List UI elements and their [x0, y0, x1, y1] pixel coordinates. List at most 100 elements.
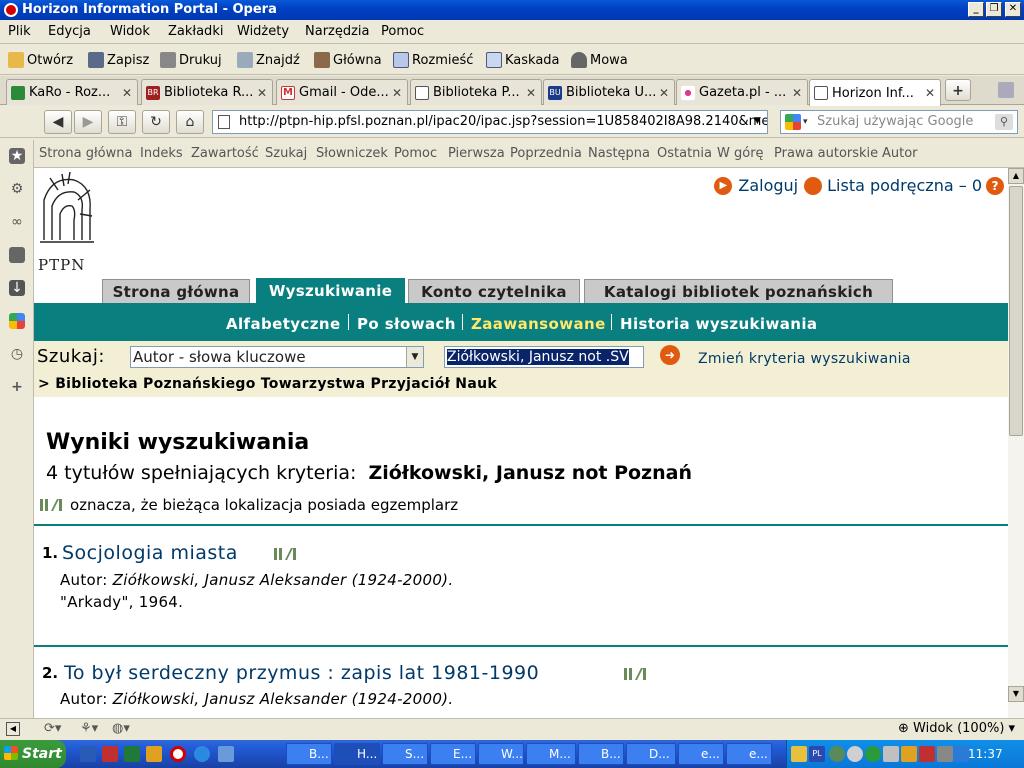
unite-icon[interactable]: ◍▾ — [112, 721, 130, 736]
minimize-button[interactable]: _ — [968, 2, 984, 17]
access-quicklaunch-icon[interactable] — [102, 746, 118, 762]
tab-karo[interactable]: KaRo - Roz... ✕ — [6, 79, 138, 105]
nav-indeks[interactable]: Indeks — [140, 146, 183, 161]
menu-zakladki[interactable]: Zakładki — [168, 24, 223, 39]
author-name[interactable]: Ziółkowski, Janusz Aleksander (1924-2000… — [113, 690, 454, 708]
close-tab-icon[interactable]: ✕ — [923, 86, 937, 100]
history-icon[interactable]: ◷ — [9, 346, 25, 362]
search-icon[interactable]: ⚲ — [995, 114, 1013, 130]
zoom-control[interactable]: ⊕ Widok (100%) ▾ — [898, 721, 1015, 736]
tab-katalogi[interactable]: Katalogi bibliotek poznańskich — [584, 279, 893, 305]
taskbar-item[interactable]: B... — [286, 743, 332, 765]
taskbar-item-opera[interactable]: H... — [334, 743, 380, 765]
taskbar-item[interactable]: E... — [430, 743, 476, 765]
tray-icon[interactable] — [847, 746, 863, 762]
close-tab-icon[interactable]: ✕ — [120, 86, 134, 100]
taskbar-item[interactable]: W... — [478, 743, 524, 765]
change-criteria-link[interactable]: Zmień kryteria wyszukiwania — [698, 351, 911, 367]
restore-button[interactable]: ❐ — [986, 2, 1002, 17]
chevron-down-icon[interactable]: ▼ — [406, 347, 423, 367]
close-button[interactable]: ✕ — [1005, 2, 1021, 17]
close-tab-icon[interactable]: ✕ — [524, 86, 538, 100]
turbo-icon[interactable]: ⚘▾ — [80, 721, 98, 736]
search-term-input[interactable]: Ziółkowski, Janusz not .SV — [444, 346, 644, 368]
tab-gazeta[interactable]: Gazeta.pl - ... ✕ — [676, 79, 808, 105]
menu-pomoc[interactable]: Pomoc — [381, 24, 424, 39]
widgets-icon[interactable]: ⚙ — [9, 181, 25, 197]
reload-button[interactable]: ↻ — [142, 110, 170, 134]
nav-slowniczek[interactable]: Słowniczek — [316, 146, 388, 161]
links-icon[interactable]: ∞ — [9, 214, 25, 230]
list-link[interactable]: Lista podręczna – 0 — [827, 176, 982, 195]
taskbar-item[interactable]: B... — [578, 743, 624, 765]
search-go-icon[interactable]: ➜ — [660, 345, 680, 365]
cascade-button[interactable]: Kaskada — [486, 50, 560, 70]
author-name[interactable]: Ziółkowski, Janusz Aleksander (1924-2000… — [113, 571, 454, 589]
tray-icon[interactable] — [791, 746, 807, 762]
google-panel-icon[interactable] — [9, 313, 25, 329]
tab-biblioteka-r[interactable]: BR Biblioteka R... ✕ — [141, 79, 273, 105]
start-button[interactable]: Start — [0, 740, 66, 768]
nav-nastepna[interactable]: Następna — [588, 146, 650, 161]
nav-pierwsza[interactable]: Pierwsza — [448, 146, 505, 161]
close-tab-icon[interactable]: ✕ — [255, 86, 269, 100]
find-button[interactable]: Znajdź — [237, 50, 300, 70]
menu-widok[interactable]: Widok — [110, 24, 150, 39]
ie-quicklaunch-icon[interactable] — [194, 746, 210, 762]
tray-icon[interactable] — [829, 746, 845, 762]
tray-icon[interactable] — [865, 746, 881, 762]
scroll-down-icon[interactable]: ▼ — [1008, 686, 1024, 702]
nav-strona-glowna[interactable]: Strona główna — [39, 146, 132, 161]
tray-icon[interactable] — [919, 746, 935, 762]
tab-gmail[interactable]: M Gmail - Ode... ✕ — [276, 79, 408, 105]
vertical-scrollbar[interactable]: ▲ ▼ — [1008, 168, 1024, 718]
login-link[interactable]: Zaloguj — [738, 176, 798, 195]
chart-quicklaunch-icon[interactable] — [146, 746, 162, 762]
subnav-historia[interactable]: Historia wyszukiwania — [620, 315, 817, 333]
downloads-icon[interactable]: ↓ — [9, 280, 25, 296]
tab-biblioteka-u[interactable]: BU Biblioteka U... ✕ — [543, 79, 675, 105]
subnav-alfabetyczne[interactable]: Alfabetyczne — [226, 315, 341, 333]
tab-biblioteka-p[interactable]: Biblioteka P... ✕ — [410, 79, 542, 105]
open-button[interactable]: Otwórz — [8, 50, 73, 70]
home-button[interactable]: Główna — [314, 50, 382, 70]
tray-icon[interactable] — [901, 746, 917, 762]
volume-icon[interactable] — [937, 746, 953, 762]
help-icon[interactable]: ? — [986, 176, 1004, 195]
word-quicklaunch-icon[interactable] — [80, 746, 96, 762]
ptpn-logo[interactable]: PTPN — [34, 170, 98, 276]
bookmarks-icon[interactable]: ★ — [9, 148, 25, 164]
tab-konto-czytelnika[interactable]: Konto czytelnika — [408, 279, 580, 305]
library-breadcrumb[interactable]: > Biblioteka Poznańskiego Towarzystwa Pr… — [38, 376, 497, 392]
taskbar-item[interactable]: e... — [726, 743, 772, 765]
nav-prawa-autorskie[interactable]: Prawa autorskie — [774, 146, 878, 161]
menu-plik[interactable]: Plik — [8, 24, 31, 39]
subnav-zaawansowane[interactable]: Zaawansowane — [471, 315, 606, 333]
close-tab-icon[interactable]: ✕ — [390, 86, 404, 100]
taskbar-item[interactable]: e... — [678, 743, 724, 765]
menu-edycja[interactable]: Edycja — [48, 24, 91, 39]
sync-icon[interactable]: ⟳▾ — [44, 721, 61, 736]
tab-wyszukiwanie[interactable]: Wyszukiwanie — [256, 278, 405, 305]
taskbar-item[interactable]: M... — [526, 743, 576, 765]
scroll-thumb[interactable] — [1009, 186, 1023, 436]
tray-icon[interactable] — [883, 746, 899, 762]
forward-button[interactable]: ▶ — [74, 110, 102, 134]
menu-widzety[interactable]: Widżety — [237, 24, 289, 39]
opera-quicklaunch-icon[interactable] — [170, 746, 186, 762]
excel-quicklaunch-icon[interactable] — [124, 746, 140, 762]
save-button[interactable]: Zapisz — [88, 50, 149, 70]
speech-button[interactable]: Mowa — [571, 50, 628, 70]
result-title-link[interactable]: Socjologia miasta — [62, 542, 238, 564]
network-icon[interactable] — [953, 746, 969, 762]
taskbar-item[interactable]: S... — [382, 743, 428, 765]
nav-ostatnia[interactable]: Ostatnia — [657, 146, 712, 161]
close-tab-icon[interactable]: ✕ — [657, 86, 671, 100]
desktop-quicklaunch-icon[interactable] — [218, 746, 234, 762]
taskbar-item[interactable]: D... — [626, 743, 676, 765]
nav-autor[interactable]: Autor — [882, 146, 918, 161]
url-dropdown-icon[interactable]: ▼ — [754, 116, 761, 126]
notes-icon[interactable] — [9, 247, 25, 263]
nav-szukaj[interactable]: Szukaj — [265, 146, 307, 161]
nav-zawartosc[interactable]: Zawartość — [191, 146, 259, 161]
